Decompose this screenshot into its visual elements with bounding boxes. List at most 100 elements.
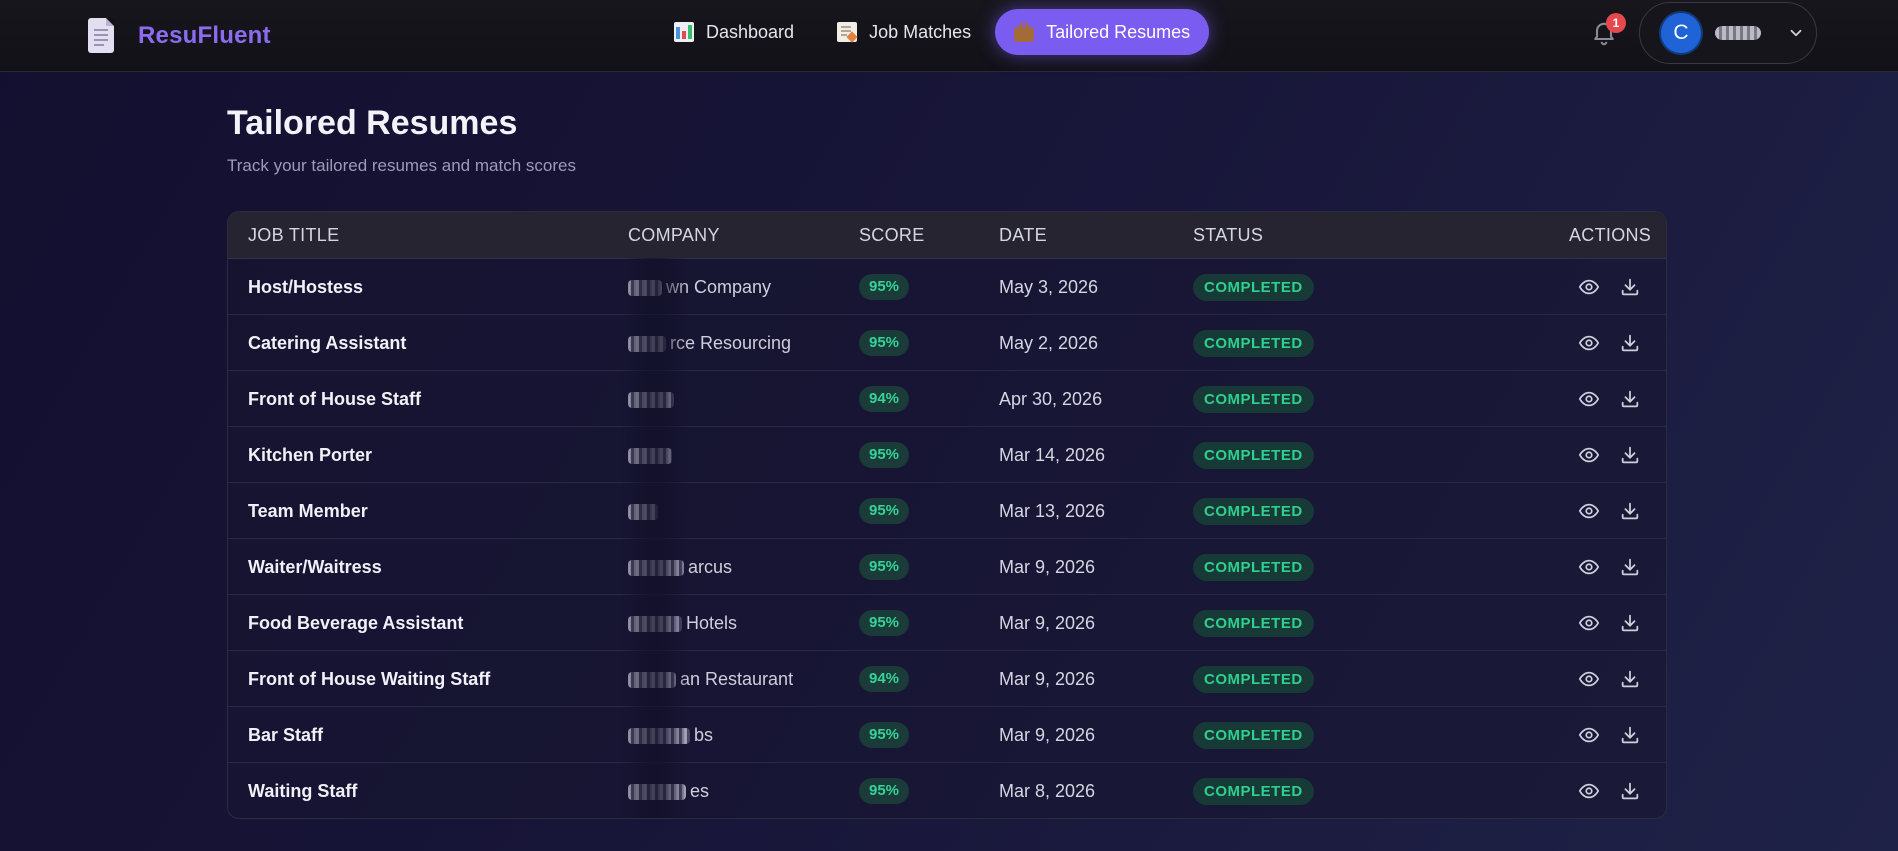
download-resume-button[interactable] [1619, 500, 1641, 522]
header-score: SCORE [859, 225, 925, 245]
top-navigation-bar: ResuFluent Dashboard Job Matches Tailore… [0, 0, 1898, 72]
download-resume-button[interactable] [1619, 556, 1641, 578]
eye-icon [1578, 279, 1600, 295]
company-cell: wn Company [628, 259, 771, 315]
view-resume-button[interactable] [1578, 612, 1600, 634]
table-row[interactable]: Waiting Staff es 95% Mar 8, 2026 COMPLET… [228, 763, 1666, 818]
user-menu[interactable]: C [1639, 2, 1817, 64]
view-resume-button[interactable] [1578, 500, 1600, 522]
download-resume-button[interactable] [1619, 668, 1641, 690]
status-badge: COMPLETED [1193, 274, 1314, 301]
status-badge: COMPLETED [1193, 610, 1314, 637]
avatar: C [1661, 13, 1701, 53]
redacted-company-mark [628, 280, 662, 297]
table-row[interactable]: Host/Hostess wn Company 95% May 3, 2026 … [228, 259, 1666, 315]
table-header: JOB TITLE COMPANY SCORE DATE STATUS ACTI… [228, 212, 1666, 259]
status-badge: COMPLETED [1193, 722, 1314, 749]
document-logo-icon [86, 17, 116, 55]
table-row[interactable]: Waiter/Waitress arcus 95% Mar 9, 2026 CO… [228, 539, 1666, 595]
download-icon [1621, 558, 1639, 576]
table-row[interactable]: Team Member 95% Mar 13, 2026 COMPLETED [228, 483, 1666, 539]
view-resume-button[interactable] [1578, 668, 1600, 690]
company-cell: an Restaurant [628, 651, 793, 707]
download-resume-button[interactable] [1619, 276, 1641, 298]
download-icon [1621, 334, 1639, 352]
view-resume-button[interactable] [1578, 388, 1600, 410]
date-cell: Mar 9, 2026 [999, 557, 1096, 577]
date-cell: Apr 30, 2026 [999, 389, 1103, 409]
download-icon [1621, 726, 1639, 744]
status-badge: COMPLETED [1193, 498, 1314, 525]
date-cell: Mar 9, 2026 [999, 669, 1096, 689]
view-resume-button[interactable] [1578, 724, 1600, 746]
redacted-company-mark [628, 448, 672, 465]
table-row[interactable]: Kitchen Porter 95% Mar 14, 2026 COMPLETE… [228, 427, 1666, 483]
table-row[interactable]: Front of House Waiting Staff an Restaura… [228, 651, 1666, 707]
nav-job-matches[interactable]: Job Matches [818, 9, 990, 55]
redacted-company-mark [628, 560, 684, 577]
eye-icon [1578, 783, 1600, 799]
view-resume-button[interactable] [1578, 556, 1600, 578]
company-cell: bs [628, 707, 713, 763]
header-status: STATUS [1193, 225, 1264, 245]
redacted-company-mark [628, 504, 658, 521]
company-text: es [690, 781, 710, 801]
brand-logo[interactable]: ResuFluent [86, 16, 271, 56]
table-row[interactable]: Food Beverage Assistant Hotels 95% Mar 9… [228, 595, 1666, 651]
score-badge: 95% [859, 498, 910, 524]
job-title-cell: Team Member [248, 501, 368, 521]
job-title-cell: Front of House Waiting Staff [248, 669, 491, 689]
score-badge: 95% [859, 330, 910, 356]
company-text: an Restaurant [680, 669, 794, 689]
table-row[interactable]: Bar Staff bs 95% Mar 9, 2026 COMPLETED [228, 707, 1666, 763]
brand-name: ResuFluent [138, 22, 271, 49]
score-badge: 95% [859, 722, 910, 748]
score-badge: 94% [859, 386, 910, 412]
company-cell [628, 371, 678, 427]
notification-count-badge: 1 [1606, 13, 1626, 33]
nav-dashboard[interactable]: Dashboard [655, 9, 813, 55]
table-row[interactable]: Catering Assistant rce Resourcing 95% Ma… [228, 315, 1666, 371]
eye-icon [1578, 559, 1600, 575]
company-text: rce Resourcing [670, 333, 792, 353]
date-cell: Mar 9, 2026 [999, 725, 1096, 745]
view-resume-button[interactable] [1578, 444, 1600, 466]
chevron-down-icon [1790, 29, 1802, 37]
download-resume-button[interactable] [1619, 388, 1641, 410]
status-badge: COMPLETED [1193, 666, 1314, 693]
date-cell: Mar 9, 2026 [999, 613, 1096, 633]
view-resume-button[interactable] [1578, 276, 1600, 298]
company-cell [628, 483, 662, 539]
score-badge: 95% [859, 778, 910, 804]
company-text: bs [694, 725, 714, 745]
download-resume-button[interactable] [1619, 780, 1641, 802]
page-title: Tailored Resumes [227, 104, 518, 142]
notifications-button[interactable]: 1 [1590, 13, 1626, 48]
status-badge: COMPLETED [1193, 778, 1314, 805]
bar-chart-icon [674, 22, 694, 42]
redacted-company-mark [628, 784, 686, 801]
company-cell: Hotels [628, 595, 737, 651]
job-title-cell: Host/Hostess [248, 277, 364, 297]
download-resume-button[interactable] [1619, 612, 1641, 634]
tailored-resumes-table: JOB TITLE COMPANY SCORE DATE STATUS ACTI… [227, 211, 1667, 819]
header-actions: ACTIONS [1569, 225, 1652, 245]
view-resume-button[interactable] [1578, 780, 1600, 802]
eye-icon [1578, 671, 1600, 687]
download-resume-button[interactable] [1619, 724, 1641, 746]
job-title-cell: Catering Assistant [248, 333, 407, 353]
download-icon [1621, 782, 1639, 800]
company-text: arcus [688, 557, 733, 577]
eye-icon [1578, 503, 1600, 519]
download-icon [1621, 278, 1639, 296]
download-resume-button[interactable] [1619, 444, 1641, 466]
download-resume-button[interactable] [1619, 332, 1641, 354]
company-cell: es [628, 763, 710, 818]
job-title-cell: Waiter/Waitress [248, 557, 382, 577]
job-title-cell: Waiting Staff [248, 781, 358, 801]
view-resume-button[interactable] [1578, 332, 1600, 354]
table-row[interactable]: Front of House Staff 94% Apr 30, 2026 CO… [228, 371, 1666, 427]
nav-tailored-resumes[interactable]: Tailored Resumes [995, 9, 1210, 55]
download-icon [1621, 446, 1639, 464]
score-badge: 95% [859, 442, 910, 468]
